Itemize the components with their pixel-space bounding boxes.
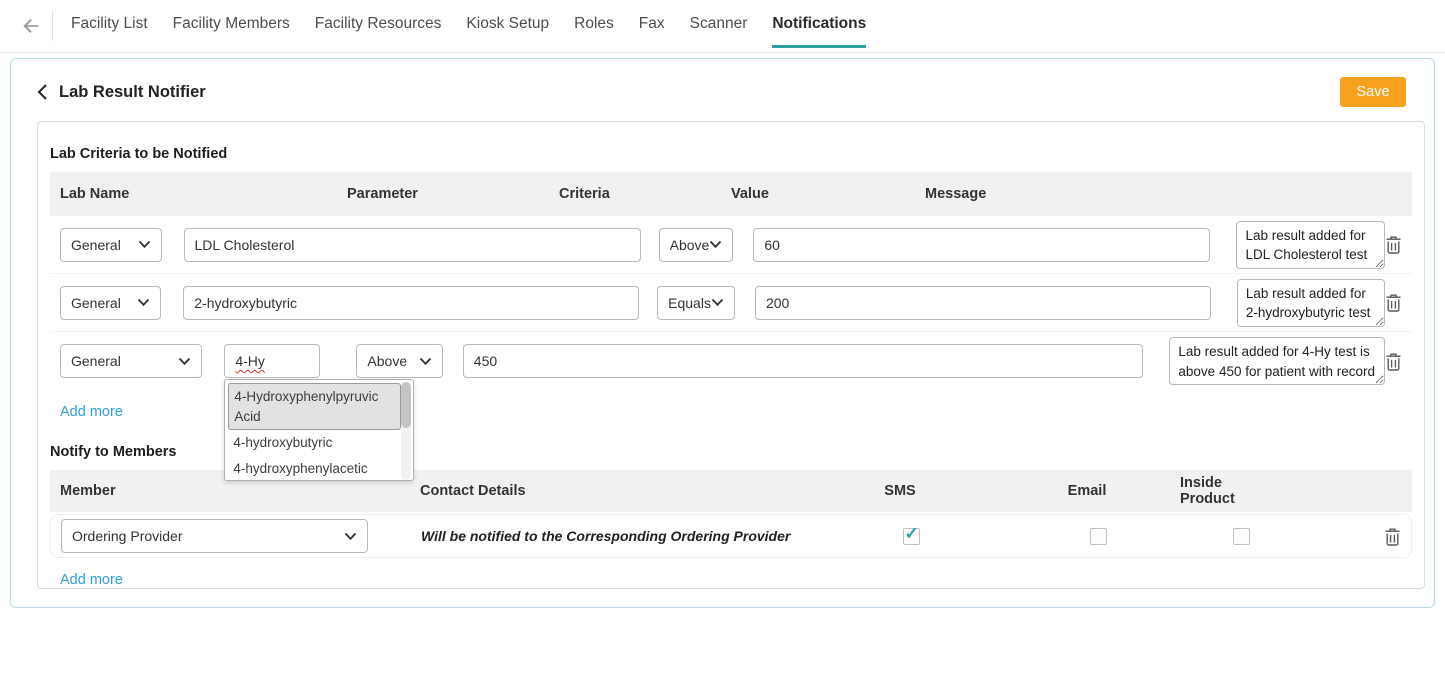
message-textarea[interactable]: Lab result added for 2-hydroxybutyric te…	[1237, 279, 1385, 327]
tab-facility-list[interactable]: Facility List	[71, 0, 148, 48]
save-button[interactable]: Save	[1340, 77, 1406, 107]
lab-name-value: General	[71, 237, 138, 253]
trash-icon	[1384, 527, 1401, 546]
autocomplete-option[interactable]: 4-hydroxybutyric	[228, 430, 401, 456]
lab-name-select[interactable]: General	[60, 344, 202, 378]
tab-notifications[interactable]: Notifications	[772, 0, 866, 48]
col-header-contact-details: Contact Details	[410, 483, 850, 499]
dropdown-scrollbar-thumb[interactable]	[401, 382, 411, 428]
card-header: Lab Result Notifier Save	[11, 59, 1434, 107]
trash-icon	[1385, 352, 1402, 371]
member-select[interactable]: Ordering Provider	[61, 519, 368, 553]
value-input[interactable]	[463, 344, 1144, 378]
parameter-autocomplete-dropdown: 4-Hydroxyphenylpyruvic Acid 4-hydroxybut…	[224, 379, 414, 481]
parameter-input-wrapper: 4-Hy 4-Hydroxyphenylpyruvic Acid 4-hydro…	[224, 344, 320, 378]
tab-scanner[interactable]: Scanner	[690, 0, 748, 48]
tab-roles[interactable]: Roles	[574, 0, 614, 48]
lab-name-value: General	[71, 353, 178, 369]
check-icon: ✓	[905, 524, 919, 544]
message-textarea[interactable]: Lab result added for 4-Hy test is above …	[1169, 337, 1385, 385]
chevron-down-icon	[137, 298, 150, 307]
col-header-inside-product: Inside Product	[1180, 475, 1280, 507]
value-input[interactable]	[753, 228, 1210, 262]
tab-kiosk-setup[interactable]: Kiosk Setup	[466, 0, 549, 48]
lab-name-select[interactable]: General	[60, 228, 162, 262]
chevron-down-icon	[178, 357, 191, 366]
parameter-input[interactable]	[184, 228, 641, 262]
col-header-parameter: Parameter	[337, 186, 549, 202]
criteria-row: General Above Lab result added for LDL C…	[50, 216, 1412, 274]
nav-divider	[52, 11, 53, 41]
nav-back-button[interactable]	[16, 0, 46, 52]
member-value: Ordering Provider	[72, 528, 344, 544]
parameter-value: 4-Hy	[235, 353, 265, 369]
lab-name-select[interactable]: General	[60, 286, 161, 320]
parameter-input[interactable]	[183, 286, 639, 320]
lab-criteria-heading: Lab Criteria to be Notified	[50, 146, 1412, 162]
col-header-message: Message	[915, 186, 1332, 202]
nav-tabs: Facility List Facility Members Facility …	[71, 0, 866, 52]
chevron-down-icon	[344, 532, 357, 541]
members-add-more-link[interactable]: Add more	[60, 572, 123, 588]
lab-name-value: General	[71, 295, 137, 311]
chevron-down-icon	[138, 240, 151, 249]
chevron-down-icon	[709, 240, 722, 249]
chevron-left-icon[interactable]	[35, 81, 55, 103]
criteria-select[interactable]: Above	[356, 344, 442, 378]
chevron-down-icon	[419, 357, 432, 366]
autocomplete-option[interactable]: 4-Hydroxyphenylpyruvic Acid	[228, 383, 401, 430]
email-checkbox[interactable]: ✓	[1090, 528, 1107, 545]
delete-member-button[interactable]	[1384, 527, 1401, 546]
col-header-sms: SMS	[850, 483, 950, 499]
member-row: Ordering Provider Will be notified to th…	[50, 514, 1412, 558]
top-navigation: Facility List Facility Members Facility …	[0, 0, 1445, 53]
criteria-select[interactable]: Above	[659, 228, 734, 262]
col-header-lab-name: Lab Name	[50, 186, 337, 202]
dropdown-scrollbar	[401, 382, 411, 480]
col-header-criteria: Criteria	[549, 186, 721, 202]
autocomplete-option[interactable]: 4-hydroxyphenylacetic	[228, 456, 401, 481]
criteria-add-more-link[interactable]: Add more	[60, 404, 123, 420]
trash-icon	[1385, 235, 1402, 254]
value-input[interactable]	[755, 286, 1211, 320]
delete-row-button[interactable]	[1385, 352, 1402, 371]
parameter-input[interactable]: 4-Hy	[224, 344, 320, 378]
criteria-table-header: Lab Name Parameter Criteria Value Messag…	[50, 172, 1412, 216]
chevron-down-icon	[711, 298, 724, 307]
delete-row-button[interactable]	[1385, 235, 1402, 254]
col-header-email: Email	[1037, 483, 1137, 499]
tab-fax[interactable]: Fax	[639, 0, 665, 48]
col-header-member: Member	[50, 483, 357, 499]
contact-details-note: Will be notified to the Corresponding Or…	[421, 528, 861, 544]
lab-result-notifier-card: Lab Result Notifier Save Lab Criteria to…	[10, 58, 1435, 608]
criteria-value: Above	[670, 237, 710, 253]
criteria-select[interactable]: Equals	[657, 286, 735, 320]
trash-icon	[1385, 293, 1402, 312]
tab-facility-resources[interactable]: Facility Resources	[315, 0, 442, 48]
delete-row-button[interactable]	[1385, 293, 1402, 312]
page-title: Lab Result Notifier	[59, 83, 206, 102]
tab-facility-members[interactable]: Facility Members	[173, 0, 290, 48]
notifier-panel: Lab Criteria to be Notified Lab Name Par…	[37, 121, 1425, 589]
criteria-row: General Equals Lab result added for 2-hy…	[50, 274, 1412, 332]
sms-checkbox[interactable]: ✓	[903, 528, 920, 545]
criteria-value: Above	[367, 353, 418, 369]
back-arrow-icon	[20, 15, 42, 37]
criteria-value: Equals	[668, 295, 711, 311]
col-header-value: Value	[721, 186, 915, 202]
message-textarea[interactable]: Lab result added for LDL Cholesterol tes…	[1236, 221, 1385, 269]
inside-product-checkbox[interactable]: ✓	[1233, 528, 1250, 545]
criteria-row: General 4-Hy 4-Hydroxyphenylpyruvic Acid…	[50, 332, 1412, 390]
